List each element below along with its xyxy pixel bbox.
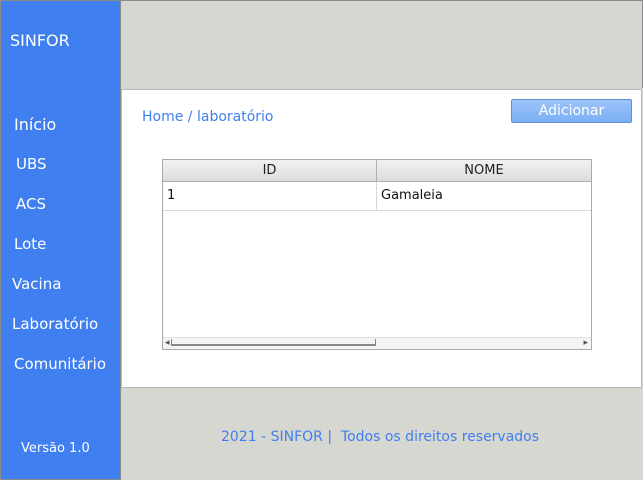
horizontal-scrollbar[interactable]: ◂ ▸ — [163, 337, 591, 349]
sidebar-item-acs[interactable]: ACS — [16, 195, 46, 213]
column-header-id[interactable]: ID — [163, 160, 377, 181]
sidebar: SINFOR Início UBS ACS Lote Vacina Labora… — [0, 0, 121, 480]
footer-text: 2021 - SINFOR | Todos os direitos reserv… — [221, 429, 540, 445]
table-row[interactable]: 1 Gamaleia — [163, 182, 591, 211]
brand-title: SINFOR — [10, 31, 70, 50]
top-band — [121, 0, 643, 88]
breadcrumb: Home / laboratório — [142, 109, 274, 125]
cell-nome: Gamaleia — [381, 188, 443, 203]
version-label: Versão 1.0 — [21, 441, 90, 456]
breadcrumb-home-link[interactable]: Home — [142, 109, 183, 125]
sidebar-item-lote[interactable]: Lote — [14, 235, 46, 253]
scrollbar-thumb[interactable] — [171, 339, 376, 346]
content-panel: Home / laboratório Adicionar ID NOME 1 G… — [121, 89, 642, 388]
sidebar-item-laboratorio[interactable]: Laboratório — [12, 315, 98, 333]
sidebar-item-inicio[interactable]: Início — [14, 115, 56, 134]
cell-id: 1 — [163, 182, 377, 210]
footer: 2021 - SINFOR | Todos os direitos reserv… — [121, 389, 643, 480]
sidebar-item-comunitario[interactable]: Comunitário — [14, 355, 106, 373]
breadcrumb-current: laboratório — [196, 109, 274, 125]
column-header-nome[interactable]: NOME — [377, 160, 591, 181]
scroll-left-arrow-icon[interactable]: ◂ — [165, 338, 170, 349]
sidebar-item-ubs[interactable]: UBS — [16, 155, 47, 173]
data-table: ID NOME 1 Gamaleia ◂ ▸ — [162, 159, 592, 350]
add-button[interactable]: Adicionar — [511, 99, 632, 123]
breadcrumb-separator: / — [183, 109, 197, 125]
sidebar-item-vacina[interactable]: Vacina — [12, 275, 61, 293]
scroll-right-arrow-icon[interactable]: ▸ — [583, 338, 588, 349]
table-header: ID NOME — [163, 160, 591, 182]
